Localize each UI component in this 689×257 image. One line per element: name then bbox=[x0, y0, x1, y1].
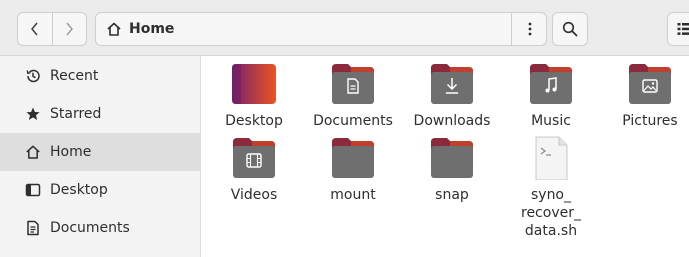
folder-icon bbox=[332, 138, 374, 178]
script-file-icon bbox=[535, 136, 568, 180]
music-folder-icon bbox=[530, 64, 572, 104]
sidebar-item-label: Home bbox=[50, 144, 92, 160]
sidebar-item-label: Recent bbox=[50, 68, 99, 84]
star-icon bbox=[25, 106, 41, 122]
documents-folder-icon bbox=[332, 64, 374, 104]
sidebar-item-label: Desktop bbox=[50, 182, 108, 198]
sidebar-item-documents[interactable]: Documents bbox=[0, 209, 200, 247]
file-label: Desktop bbox=[225, 113, 283, 129]
downloads-folder-icon bbox=[431, 64, 473, 104]
header-bar: Home bbox=[0, 0, 689, 56]
forward-button[interactable] bbox=[51, 13, 86, 45]
file-label: Videos bbox=[230, 187, 278, 203]
file-label: Documents bbox=[313, 113, 393, 129]
path-label: Home bbox=[129, 21, 175, 37]
file-grid: Desktop Documents Downloads Music Pictur… bbox=[201, 56, 689, 257]
pictures-folder-icon bbox=[629, 64, 671, 104]
file-item-music[interactable]: Music bbox=[501, 62, 601, 130]
folder-icon bbox=[431, 138, 473, 178]
sidebar-item-desktop[interactable]: Desktop bbox=[0, 171, 200, 209]
videos-folder-icon bbox=[233, 138, 275, 178]
home-icon bbox=[25, 144, 41, 160]
sidebar: Recent Starred Home Desktop Documents bbox=[0, 56, 201, 257]
chevron-left-icon bbox=[31, 22, 38, 36]
vertical-dots-icon bbox=[528, 22, 531, 36]
file-label: Music bbox=[531, 113, 571, 129]
file-item-videos[interactable]: Videos bbox=[204, 136, 304, 204]
file-item-snap[interactable]: snap bbox=[402, 136, 502, 204]
file-item-script[interactable]: syno_ recover_ data.sh bbox=[501, 136, 601, 240]
file-label: Pictures bbox=[622, 113, 678, 129]
back-button[interactable] bbox=[18, 13, 52, 45]
document-icon bbox=[25, 220, 41, 236]
list-view-icon bbox=[677, 23, 689, 35]
file-item-documents[interactable]: Documents bbox=[303, 62, 403, 130]
file-label: syno_ recover_ data.sh bbox=[521, 187, 581, 239]
clock-icon bbox=[25, 68, 41, 84]
file-item-mount[interactable]: mount bbox=[303, 136, 403, 204]
chevron-right-icon bbox=[66, 22, 74, 36]
file-label: Downloads bbox=[413, 113, 491, 129]
sidebar-item-label: Documents bbox=[50, 220, 130, 236]
search-icon bbox=[562, 21, 578, 37]
desktop-icon bbox=[25, 182, 41, 198]
sidebar-item-home[interactable]: Home bbox=[0, 133, 200, 171]
file-label: mount bbox=[330, 187, 376, 203]
path-menu-button[interactable] bbox=[511, 13, 547, 45]
home-icon bbox=[107, 22, 121, 36]
desktop-folder-icon bbox=[232, 64, 276, 104]
view-options-button[interactable] bbox=[667, 12, 689, 46]
search-button[interactable] bbox=[552, 12, 588, 46]
path-bar[interactable]: Home bbox=[95, 12, 547, 46]
file-item-downloads[interactable]: Downloads bbox=[402, 62, 502, 130]
sidebar-item-starred[interactable]: Starred bbox=[0, 95, 200, 133]
file-label: snap bbox=[435, 187, 469, 203]
file-item-desktop[interactable]: Desktop bbox=[204, 62, 304, 130]
path-home-crumb[interactable]: Home bbox=[106, 21, 174, 37]
navigation-buttons bbox=[17, 12, 87, 46]
sidebar-item-label: Starred bbox=[50, 106, 102, 122]
sidebar-item-recent[interactable]: Recent bbox=[0, 57, 200, 95]
file-item-pictures[interactable]: Pictures bbox=[600, 62, 689, 130]
